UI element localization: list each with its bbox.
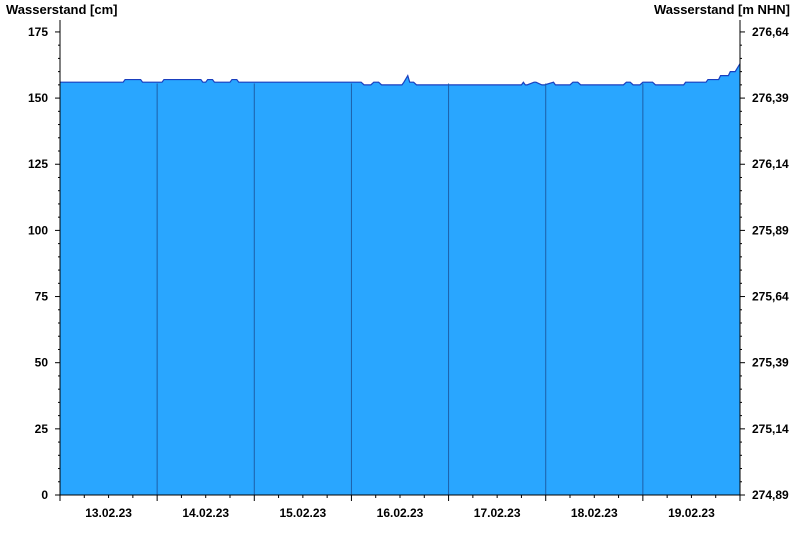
y-tick-label-left: 75: [35, 290, 49, 304]
y-tick-label-left: 150: [28, 91, 48, 105]
plot-area: [60, 63, 741, 495]
x-tick-label: 13.02.23: [85, 506, 132, 520]
y-tick-label-right: 274,89: [752, 488, 789, 502]
y-tick-label-right: 275,39: [752, 356, 789, 370]
y-tick-label-right: 276,39: [752, 91, 789, 105]
x-tick-label: 14.02.23: [182, 506, 229, 520]
x-tick-label: 16.02.23: [377, 506, 424, 520]
y-tick-label-right: 275,64: [752, 290, 789, 304]
x-tick-label: 17.02.23: [474, 506, 521, 520]
x-tick-label: 18.02.23: [571, 506, 618, 520]
y-tick-label-left: 125: [28, 157, 48, 171]
x-tick-label: 19.02.23: [668, 506, 715, 520]
water-level-line: [60, 63, 741, 86]
y-tick-label-left: 0: [41, 488, 48, 502]
y-axis-title-left: Wasserstand [cm]: [6, 2, 118, 17]
y-tick-label-right: 276,64: [752, 25, 789, 39]
water-level-area: [60, 63, 740, 495]
y-tick-label-right: 276,14: [752, 157, 789, 171]
water-level-chart: Wasserstand [cm] Wasserstand [m NHN] 0 25…: [6, 2, 790, 520]
y-tick-label-left: 175: [28, 25, 48, 39]
y-tick-label-right: 275,14: [752, 422, 789, 436]
y-tick-label-right: 275,89: [752, 223, 789, 237]
y-tick-label-left: 50: [35, 356, 49, 370]
y-tick-label-left: 25: [35, 422, 49, 436]
x-tick-label: 15.02.23: [279, 506, 326, 520]
y-axis-title-right: Wasserstand [m NHN]: [654, 2, 790, 17]
y-tick-label-left: 100: [28, 223, 48, 237]
